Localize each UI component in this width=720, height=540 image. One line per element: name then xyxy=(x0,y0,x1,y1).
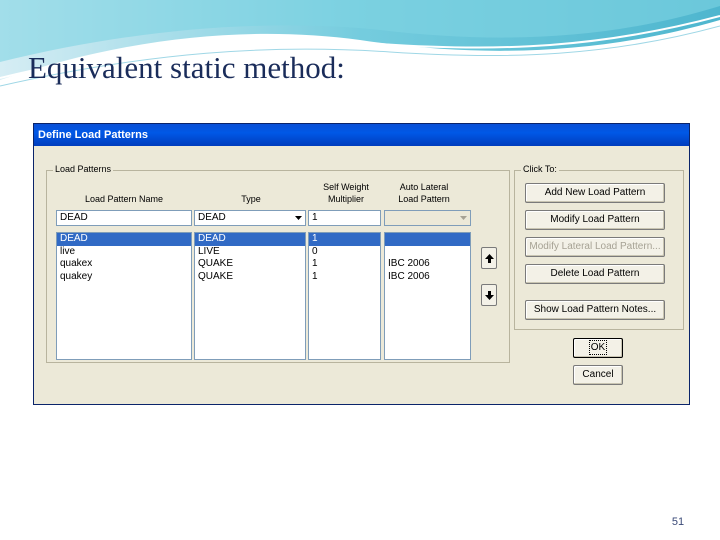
list-item[interactable]: quakey xyxy=(57,271,191,284)
slide-title: Equivalent static method: xyxy=(28,50,345,85)
list-item[interactable] xyxy=(385,233,470,246)
type-select-value: DEAD xyxy=(198,212,226,223)
page-number: 51 xyxy=(671,516,685,528)
list-item[interactable]: DEAD xyxy=(57,233,191,246)
column-header-self-weight-line2: Multiplier xyxy=(327,194,364,204)
move-down-button[interactable] xyxy=(481,284,497,306)
column-header-auto-lateral: Auto Lateral Load Pattern xyxy=(384,181,464,205)
ok-button-label: OK xyxy=(588,340,608,355)
list-item[interactable]: 1 xyxy=(309,271,380,284)
type-select[interactable]: DEAD xyxy=(194,210,306,226)
arrow-up-icon xyxy=(484,253,494,263)
column-header-type: Type xyxy=(241,194,261,204)
ok-button[interactable]: OK xyxy=(573,338,623,358)
modify-load-pattern-button[interactable]: Modify Load Pattern xyxy=(525,210,665,230)
list-item[interactable]: QUAKE xyxy=(195,271,305,284)
type-list[interactable]: DEAD LIVE QUAKE QUAKE xyxy=(194,232,306,360)
column-header-self-weight-line1: Self Weight xyxy=(323,182,369,192)
multiplier-list[interactable]: 1 0 1 1 xyxy=(308,232,381,360)
list-item[interactable]: 0 xyxy=(309,246,380,259)
column-header-self-weight: Self Weight Multiplier xyxy=(310,181,382,205)
chevron-down-icon xyxy=(457,211,470,225)
show-load-pattern-notes-button[interactable]: Show Load Pattern Notes... xyxy=(525,300,665,320)
load-patterns-group-label: Load Patterns xyxy=(53,164,114,174)
list-item[interactable] xyxy=(385,246,470,259)
column-header-auto-lateral-line1: Auto Lateral xyxy=(399,182,449,192)
list-item[interactable]: live xyxy=(57,246,191,259)
list-item[interactable]: IBC 2006 xyxy=(385,271,470,284)
add-load-pattern-button[interactable]: Add New Load Pattern xyxy=(525,183,665,203)
list-item[interactable]: 1 xyxy=(309,233,380,246)
column-header-name: Load Pattern Name xyxy=(84,194,164,204)
modify-lateral-load-pattern-button: Modify Lateral Load Pattern... xyxy=(525,237,665,257)
list-item[interactable]: DEAD xyxy=(195,233,305,246)
chevron-down-icon[interactable] xyxy=(292,211,305,225)
list-item[interactable]: QUAKE xyxy=(195,258,305,271)
cancel-button[interactable]: Cancel xyxy=(573,365,623,385)
delete-load-pattern-button[interactable]: Delete Load Pattern xyxy=(525,264,665,284)
column-header-auto-lateral-line2: Load Pattern xyxy=(398,194,450,204)
load-pattern-name-list[interactable]: DEAD live quakex quakey xyxy=(56,232,192,360)
define-load-patterns-dialog: Define Load Patterns Load Patterns Load … xyxy=(33,123,690,405)
list-item[interactable]: IBC 2006 xyxy=(385,258,470,271)
arrow-down-icon xyxy=(484,290,494,300)
self-weight-multiplier-input[interactable]: 1 xyxy=(308,210,381,226)
list-item[interactable]: LIVE xyxy=(195,246,305,259)
list-item[interactable]: 1 xyxy=(309,258,380,271)
auto-lateral-select xyxy=(384,210,471,226)
click-to-group-label: Click To: xyxy=(521,164,559,174)
load-pattern-name-input[interactable]: DEAD xyxy=(56,210,192,226)
move-up-button[interactable] xyxy=(481,247,497,269)
auto-lateral-list[interactable]: IBC 2006 IBC 2006 xyxy=(384,232,471,360)
list-item[interactable]: quakex xyxy=(57,258,191,271)
dialog-titlebar[interactable]: Define Load Patterns xyxy=(34,124,689,146)
dialog-title: Define Load Patterns xyxy=(38,129,149,141)
